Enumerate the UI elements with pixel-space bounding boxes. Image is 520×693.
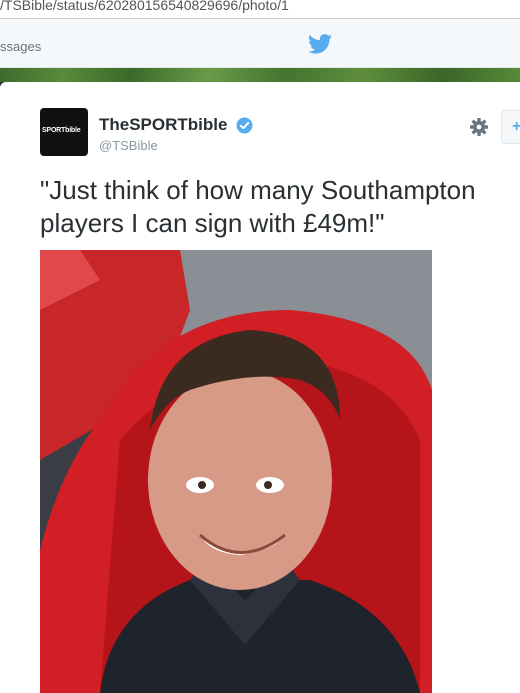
tweet-photo[interactable] (40, 250, 432, 693)
verified-badge-icon (236, 117, 253, 134)
avatar-logo-text: SPORTbible (42, 127, 81, 134)
follow-button[interactable]: + (501, 110, 520, 144)
twitter-bird-icon[interactable] (308, 34, 332, 54)
tweet-text-line-1: "Just think of how many Southampton (40, 175, 476, 205)
nav-messages-link[interactable]: ssages (0, 39, 41, 54)
display-name[interactable]: TheSPORTbible (99, 115, 227, 135)
photo-illustration (40, 250, 432, 693)
twitter-top-nav: ssages (0, 19, 520, 68)
tweet-text-line-2: players I can sign with £49m!" (40, 208, 385, 238)
url-text[interactable]: /TSBible/status/620280156540829696/photo… (0, 0, 289, 13)
tweet-text: "Just think of how many Southampton play… (40, 174, 520, 240)
avatar[interactable]: SPORTbible (40, 108, 88, 156)
follow-plus-icon: + (512, 118, 520, 135)
tweet-card: SPORTbible TheSPORTbible @TSBible + "Jus… (0, 82, 520, 693)
browser-url-bar[interactable]: /TSBible/status/620280156540829696/photo… (0, 0, 520, 19)
header-background-image (0, 68, 520, 82)
user-handle[interactable]: @TSBible (99, 138, 158, 153)
gear-icon[interactable] (469, 117, 489, 137)
